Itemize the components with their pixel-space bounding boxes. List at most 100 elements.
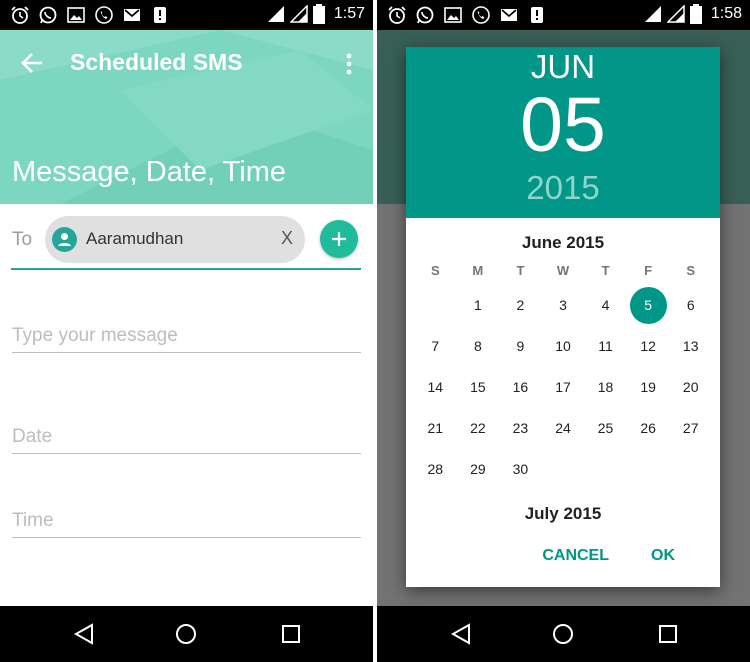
alarm-icon [388, 6, 406, 24]
page-header: Message, Date, Time [12, 156, 286, 188]
to-field-underline [11, 268, 361, 270]
header-year[interactable]: 2015 [406, 169, 720, 207]
status-bar: 1:57 [0, 0, 373, 30]
calendar-day[interactable]: 6 [669, 285, 712, 326]
calendar-day[interactable]: 20 [669, 367, 712, 408]
calendar-day[interactable]: 8 [457, 326, 500, 367]
calendar-day-number: 8 [473, 338, 482, 354]
clock: 1:58 [710, 5, 742, 22]
system-status: 1:57 [267, 4, 365, 24]
notification-icons [387, 5, 547, 25]
recipient-chip[interactable]: Aaramudhan X [45, 216, 305, 263]
calendar-day-number: 18 [597, 379, 614, 395]
notification-icons [10, 5, 170, 25]
to-label: To [12, 229, 33, 250]
calendar-day[interactable]: 21 [414, 408, 457, 449]
calendar-day[interactable]: 18 [584, 367, 627, 408]
back-triangle-icon[interactable] [449, 622, 473, 646]
weekday-label: M [472, 263, 484, 278]
calendar-day[interactable]: 15 [457, 367, 500, 408]
calendar-day-number: 5 [644, 297, 653, 313]
whatsapp-icon [416, 6, 434, 24]
date-picker-screen: 1:58 JUN 05 2015 June 2015 SMTWTFS 12345… [377, 0, 750, 662]
add-recipient-button[interactable] [320, 220, 358, 258]
calendar-day[interactable]: 19 [627, 367, 670, 408]
calendar-day[interactable]: 12 [627, 326, 670, 367]
calendar-day[interactable]: 7 [414, 326, 457, 367]
header-day[interactable]: 05 [406, 81, 720, 170]
calendar-day[interactable]: 23 [499, 408, 542, 449]
calendar-day[interactable]: 17 [542, 367, 585, 408]
calendar-day-number: 15 [470, 379, 486, 395]
date-picker-dialog: JUN 05 2015 June 2015 SMTWTFS 1234567891… [406, 47, 720, 587]
calendar-day[interactable]: 2 [499, 285, 542, 326]
calendar-day[interactable]: 16 [499, 367, 542, 408]
calendar-day-number: 30 [512, 461, 529, 477]
plus-icon [332, 232, 346, 246]
app-bar-title: Scheduled SMS [70, 49, 243, 75]
dialog-actions: CANCEL OK [406, 547, 720, 577]
ok-button[interactable]: OK [651, 547, 675, 565]
calendar-day[interactable]: 4 [584, 285, 627, 326]
back-arrow-icon[interactable] [16, 48, 50, 78]
gmail-icon [124, 9, 140, 21]
calendar-day-selected[interactable]: 5 [627, 285, 670, 326]
gmail-icon [501, 9, 517, 21]
calendar-day[interactable]: 29 [457, 449, 500, 490]
calendar-day[interactable]: 3 [542, 285, 585, 326]
recents-square-icon[interactable] [656, 622, 680, 646]
calendar-day[interactable]: 24 [542, 408, 585, 449]
sms-alert-icon [531, 7, 543, 23]
calendar-day[interactable]: 26 [627, 408, 670, 449]
remove-recipient-button[interactable]: X [281, 228, 293, 249]
calendar-day[interactable]: 11 [584, 326, 627, 367]
calendar-day[interactable]: 28 [414, 449, 457, 490]
calendar-day-number: 22 [470, 420, 486, 436]
system-status: 1:58 [644, 4, 742, 24]
time-input[interactable] [12, 504, 361, 538]
calendar-day-number: 16 [512, 379, 529, 395]
calendar-day-number: 25 [597, 420, 614, 436]
calendar-blank-cell [414, 285, 457, 326]
calendar-day[interactable]: 14 [414, 367, 457, 408]
calendar-day[interactable]: 10 [542, 326, 585, 367]
calendar-day[interactable]: 1 [457, 285, 500, 326]
home-circle-icon[interactable] [551, 622, 575, 646]
overflow-menu-icon[interactable] [339, 50, 359, 78]
calendar-day-number: 17 [555, 379, 571, 395]
calendar-day-number: 9 [516, 338, 525, 354]
calendar-day[interactable]: 30 [499, 449, 542, 490]
calendar-day-number: 10 [555, 338, 571, 354]
calendar-day[interactable]: 27 [669, 408, 712, 449]
image-icon [67, 7, 85, 23]
calendar-day-number: 12 [640, 338, 656, 354]
calendar-day-number: 26 [640, 420, 656, 436]
date-input[interactable] [12, 420, 361, 454]
recents-square-icon[interactable] [279, 622, 303, 646]
back-triangle-icon[interactable] [72, 622, 96, 646]
weekday-label: S [686, 263, 696, 278]
wifi-icon [267, 6, 284, 22]
calendar-day-number: 20 [682, 379, 699, 395]
wifi-icon [644, 6, 661, 22]
weekday-label: T [601, 263, 610, 278]
calendar-day[interactable]: 9 [499, 326, 542, 367]
date-picker-header: JUN 05 2015 [406, 47, 720, 218]
navigation-bar [0, 606, 373, 662]
calendar-day-number: 13 [682, 338, 699, 354]
cancel-button[interactable]: CANCEL [542, 547, 609, 565]
calendar-day[interactable]: 22 [457, 408, 500, 449]
calendar-day[interactable]: 13 [669, 326, 712, 367]
weekday-header: SMTWTFS [414, 263, 712, 278]
battery-icon [689, 4, 702, 24]
calendar-month-title: June 2015 [521, 233, 605, 252]
message-input[interactable] [12, 319, 361, 353]
calendar-day[interactable]: 25 [584, 408, 627, 449]
calendar-day-number: 7 [431, 338, 440, 354]
image-icon [444, 7, 462, 23]
signal-icon [289, 5, 308, 23]
home-circle-icon[interactable] [174, 622, 198, 646]
calendar-day-number: 11 [598, 338, 613, 354]
calendar-day-number: 19 [640, 379, 656, 395]
calendar-day-number: 14 [427, 379, 444, 395]
